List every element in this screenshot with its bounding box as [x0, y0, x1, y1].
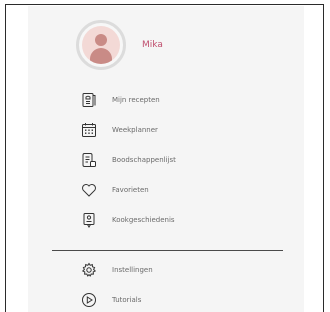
menu-label: Kookgeschiedenis	[112, 216, 175, 224]
menu-label: Favorieten	[112, 186, 149, 194]
profile-name: Mika	[142, 40, 163, 50]
history-icon	[80, 211, 98, 229]
profile-header[interactable]: Mika	[76, 20, 163, 70]
menu-item-mijn-recepten[interactable]: Mijn recepten	[80, 90, 160, 110]
play-icon	[80, 291, 98, 309]
menu-divider	[52, 250, 283, 251]
calendar-icon	[80, 121, 98, 139]
menu-item-kookgeschiedenis[interactable]: Kookgeschiedenis	[80, 210, 175, 230]
gear-icon	[80, 261, 98, 279]
user-icon	[82, 26, 120, 64]
menu-label: Tutorials	[112, 296, 142, 304]
menu-item-instellingen[interactable]: Instellingen	[80, 260, 153, 280]
menu-item-boodschappenlijst[interactable]: Boodschappenlijst	[80, 150, 176, 170]
shopping-list-icon	[80, 151, 98, 169]
menu-label: Instellingen	[112, 266, 153, 274]
menu-label: Weekplanner	[112, 126, 158, 134]
menu-label: Mijn recepten	[112, 96, 160, 104]
avatar[interactable]	[76, 20, 126, 70]
side-menu: Mika Mijn recepten Weekplanner Boodschap…	[28, 6, 304, 312]
menu-item-favorieten[interactable]: Favorieten	[80, 180, 149, 200]
menu-item-weekplanner[interactable]: Weekplanner	[80, 120, 158, 140]
heart-icon	[80, 181, 98, 199]
recipe-book-icon	[80, 91, 98, 109]
menu-item-tutorials[interactable]: Tutorials	[80, 290, 141, 310]
menu-label: Boodschappenlijst	[112, 156, 176, 164]
